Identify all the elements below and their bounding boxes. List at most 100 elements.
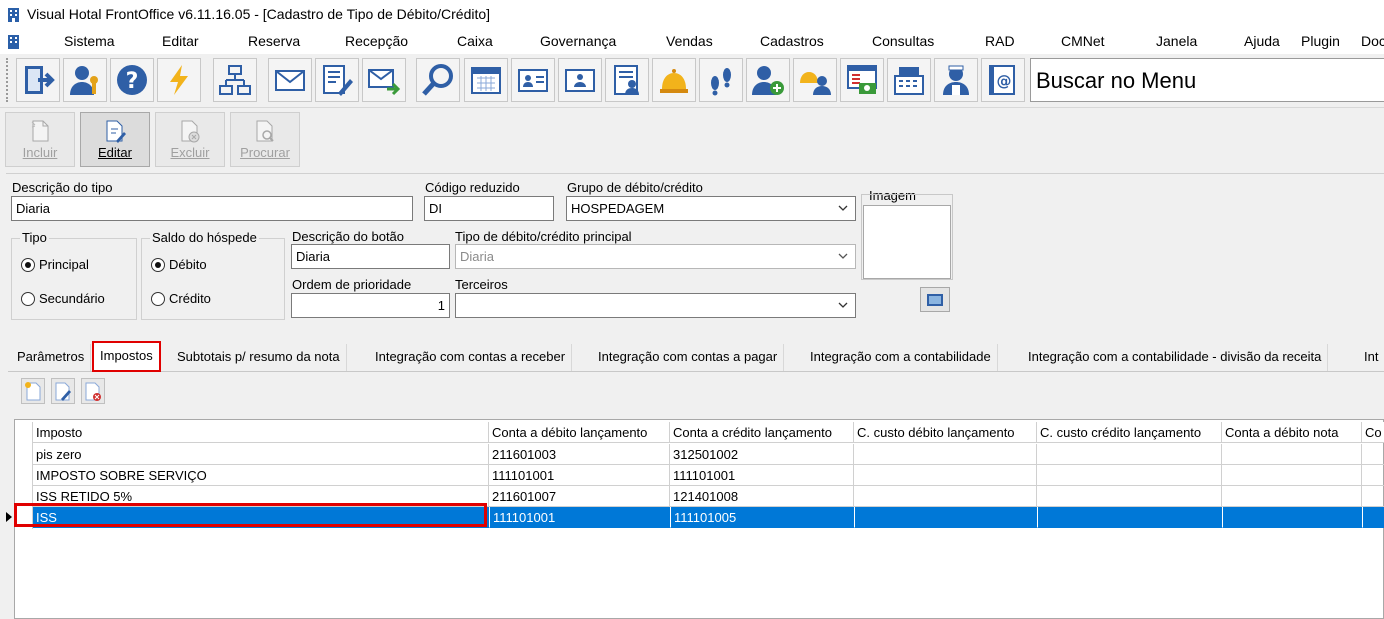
table-cell[interactable] <box>1362 486 1384 507</box>
menu-ajuda[interactable]: Ajuda <box>1244 33 1280 49</box>
menu-recepcao[interactable]: Recepção <box>345 33 408 49</box>
menu-search-input[interactable]: Buscar no Menu <box>1030 58 1384 102</box>
id-card-button[interactable] <box>511 58 555 102</box>
edit-row-button[interactable] <box>51 378 75 404</box>
col-header-conta-credito-lanc[interactable]: Conta a crédito lançamento <box>670 422 854 443</box>
tab-impostos[interactable]: Impostos <box>92 341 161 372</box>
col-header-imposto[interactable]: Imposto <box>33 422 489 443</box>
excluir-button[interactable]: Excluir <box>155 112 225 167</box>
table-cell[interactable]: 211601007 <box>489 486 670 507</box>
col-header-conta-debito-nota[interactable]: Conta a débito nota <box>1222 422 1362 443</box>
lightning-button[interactable] <box>157 58 201 102</box>
menu-governanca[interactable]: Governança <box>540 33 616 49</box>
menu-reserva[interactable]: Reserva <box>248 33 300 49</box>
table-row[interactable]: IMPOSTO SOBRE SERVIÇO <box>33 465 489 486</box>
table-cell[interactable] <box>854 486 1037 507</box>
exit-button[interactable] <box>16 58 60 102</box>
table-cell[interactable] <box>1362 444 1384 465</box>
table-cell[interactable] <box>1362 465 1384 486</box>
menu-janela[interactable]: Janela <box>1156 33 1197 49</box>
table-cell[interactable] <box>854 507 1037 528</box>
image-load-button[interactable] <box>920 287 950 312</box>
grupo-select[interactable]: HOSPEDAGEM <box>566 196 856 221</box>
menu-caixa[interactable]: Caixa <box>457 33 493 49</box>
descricao-tipo-input[interactable]: Diaria <box>11 196 413 221</box>
menu-consultas[interactable]: Consultas <box>872 33 934 49</box>
at-book-button[interactable]: @ <box>981 58 1025 102</box>
mail-button[interactable] <box>268 58 312 102</box>
user-key-button[interactable] <box>63 58 107 102</box>
tab-overflow[interactable]: Int <box>1358 344 1384 371</box>
tab-contas-pagar[interactable]: Integração com contas a pagar <box>592 344 785 371</box>
mail-send-button[interactable] <box>362 58 406 102</box>
help-button[interactable]: ? <box>110 58 154 102</box>
menu-cadastros[interactable]: Cadastros <box>760 33 824 49</box>
col-header-conta-debito-lanc[interactable]: Conta a débito lançamento <box>489 422 670 443</box>
saldo-credito-radio[interactable]: Crédito <box>151 291 211 306</box>
report-user-button[interactable] <box>605 58 649 102</box>
cash-register-button[interactable] <box>887 58 931 102</box>
bell-group-button[interactable] <box>793 58 837 102</box>
cash-window-button[interactable] <box>840 58 884 102</box>
child-window-icon[interactable] <box>7 34 20 50</box>
incluir-button[interactable]: Incluir <box>5 112 75 167</box>
saldo-debito-radio[interactable]: Débito <box>151 257 207 272</box>
bell-button[interactable] <box>652 58 696 102</box>
tab-contas-receber[interactable]: Integração com contas a receber <box>369 344 573 371</box>
form-edit-button[interactable] <box>315 58 359 102</box>
menu-doc[interactable]: Doc <box>1361 33 1384 49</box>
table-cell[interactable]: 211601003 <box>489 444 670 465</box>
table-cell[interactable] <box>1222 486 1362 507</box>
tab-contabilidade[interactable]: Integração com a contabilidade <box>804 344 998 371</box>
delete-row-button[interactable] <box>81 378 105 404</box>
table-cell[interactable]: 111101001 <box>670 465 854 486</box>
tab-subtotais[interactable]: Subtotais p/ resumo da nota <box>171 344 347 371</box>
col-header-ccusto-credito-lanc[interactable]: C. custo crédito lançamento <box>1037 422 1222 443</box>
table-cell[interactable] <box>1222 465 1362 486</box>
maid-button[interactable] <box>934 58 978 102</box>
org-chart-button[interactable] <box>213 58 257 102</box>
calendar-button[interactable] <box>464 58 508 102</box>
menu-vendas[interactable]: Vendas <box>666 33 713 49</box>
id-card-2-button[interactable] <box>558 58 602 102</box>
menu-sistema[interactable]: Sistema <box>64 33 115 49</box>
ordem-prioridade-input[interactable]: 1 <box>291 293 450 318</box>
editar-button[interactable]: Editar <box>80 112 150 167</box>
tipo-principal-select[interactable]: Diaria <box>455 244 856 269</box>
tab-contabilidade-receita[interactable]: Integração com a contabilidade - divisão… <box>1022 344 1329 371</box>
tab-parametros[interactable]: Parâmetros <box>11 344 92 371</box>
table-cell[interactable] <box>1222 507 1362 528</box>
table-cell[interactable] <box>854 444 1037 465</box>
imagem-preview[interactable] <box>863 205 951 279</box>
toolbar-grip[interactable] <box>6 58 11 102</box>
table-cell[interactable]: 111101001 <box>489 465 670 486</box>
table-cell[interactable] <box>1037 444 1222 465</box>
menu-rad[interactable]: RAD <box>985 33 1015 49</box>
tipo-principal-radio[interactable]: Principal <box>21 257 89 272</box>
table-cell[interactable]: 312501002 <box>670 444 854 465</box>
search-button[interactable] <box>416 58 460 102</box>
table-cell[interactable]: 111101001 <box>489 507 670 528</box>
menu-editar[interactable]: Editar <box>162 33 199 49</box>
table-cell[interactable] <box>1037 486 1222 507</box>
footprints-button[interactable] <box>699 58 743 102</box>
add-user-button[interactable] <box>746 58 790 102</box>
col-header-overflow[interactable]: Co <box>1362 422 1384 443</box>
add-row-button[interactable] <box>21 378 45 404</box>
table-row[interactable]: pis zero <box>33 444 489 465</box>
table-cell[interactable] <box>854 465 1037 486</box>
table-cell[interactable] <box>1362 507 1384 528</box>
col-header-ccusto-debito-lanc[interactable]: C. custo débito lançamento <box>854 422 1037 443</box>
terceiros-select[interactable] <box>455 293 856 318</box>
table-cell[interactable]: 121401008 <box>670 486 854 507</box>
menu-cmnet[interactable]: CMNet <box>1061 33 1105 49</box>
descricao-botao-input[interactable]: Diaria <box>291 244 450 269</box>
procurar-button[interactable]: Procurar <box>230 112 300 167</box>
table-cell[interactable] <box>1037 507 1222 528</box>
table-cell[interactable] <box>1222 444 1362 465</box>
table-cell[interactable]: 111101005 <box>670 507 854 528</box>
tipo-secundario-radio[interactable]: Secundário <box>21 291 105 306</box>
codigo-reduzido-input[interactable]: DI <box>424 196 554 221</box>
menu-plugin[interactable]: Plugin <box>1301 33 1340 49</box>
table-cell[interactable] <box>1037 465 1222 486</box>
